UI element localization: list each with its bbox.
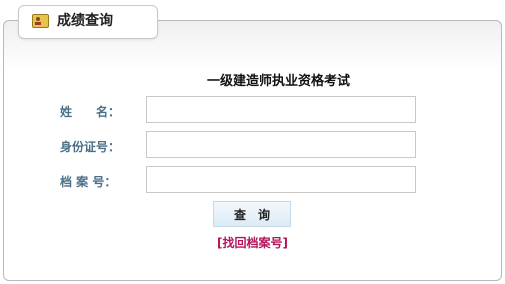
- id-card-icon: [32, 14, 49, 28]
- exam-title-text: 一级建造师执业资格考试: [206, 74, 350, 89]
- id-number-label: 身份证号：: [60, 140, 121, 154]
- archive-number-label: 档 案 号：: [60, 175, 117, 189]
- name-input[interactable]: [146, 96, 416, 123]
- name-label: 姓 名：: [60, 105, 121, 119]
- recover-archive-number-link[interactable]: [找回档案号]: [217, 236, 288, 250]
- query-tab[interactable]: 成绩查询: [18, 5, 158, 39]
- recover-archive-link-row: [找回档案号]: [0, 234, 505, 251]
- archive-number-input[interactable]: [146, 166, 416, 193]
- id-number-input[interactable]: [146, 131, 416, 158]
- exam-title: 一级建造师执业资格考试: [0, 70, 505, 89]
- tab-title: 成绩查询: [57, 13, 113, 29]
- query-button[interactable]: 查 询: [213, 201, 291, 227]
